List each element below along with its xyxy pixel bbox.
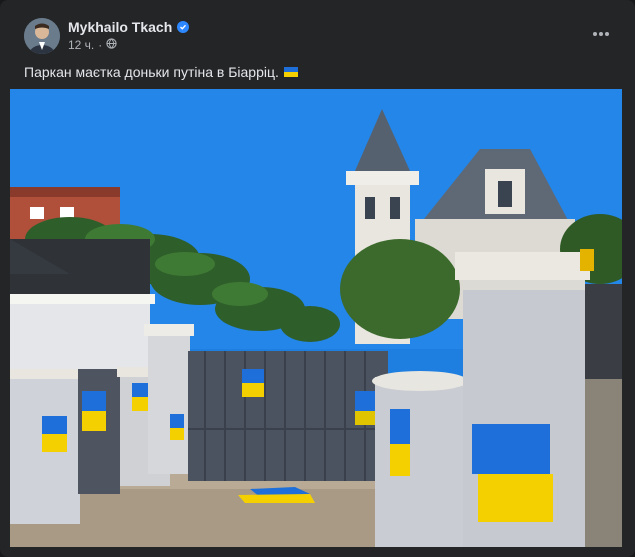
ukraine-flag-icon bbox=[283, 67, 298, 77]
post-time[interactable]: 12 ч. bbox=[68, 38, 94, 52]
more-options-icon[interactable] bbox=[591, 24, 611, 44]
post-card: Mykhailo Tkach 12 ч. · Паркан маєтка дон… bbox=[0, 0, 635, 557]
post-photo[interactable] bbox=[10, 89, 622, 547]
globe-icon bbox=[106, 38, 117, 52]
author-name-row: Mykhailo Tkach bbox=[68, 19, 190, 35]
fence-photo bbox=[10, 89, 622, 547]
author-name[interactable]: Mykhailo Tkach bbox=[68, 19, 172, 35]
post-caption: Паркан маєтка доньки путіна в Біарріц. bbox=[24, 64, 298, 80]
caption-text: Паркан маєтка доньки путіна в Біарріц. bbox=[24, 64, 279, 80]
avatar-image bbox=[24, 18, 60, 54]
verified-badge-icon bbox=[177, 21, 190, 33]
post-meta: 12 ч. · bbox=[68, 38, 117, 52]
avatar[interactable] bbox=[24, 18, 60, 54]
